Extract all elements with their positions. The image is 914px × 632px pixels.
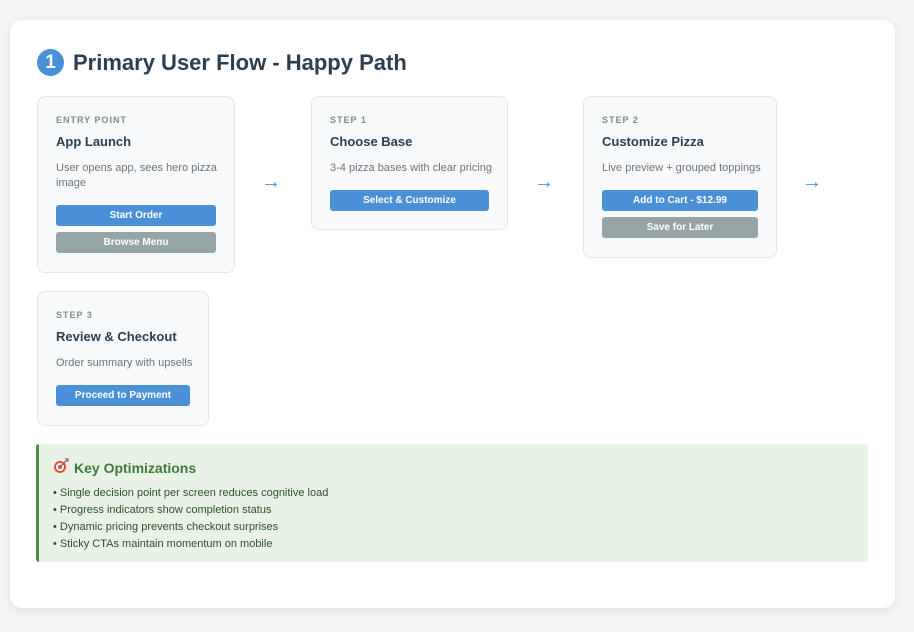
flow-arrow-icon: → xyxy=(534,171,554,193)
flow-arrow-icon: → xyxy=(261,171,281,193)
target-icon xyxy=(53,458,69,477)
start-order-button[interactable]: Start Order xyxy=(56,205,216,226)
card-title: Review & Checkout xyxy=(56,329,177,344)
card-title: Customize Pizza xyxy=(602,134,704,149)
key-optimizations-title: Key Optimizations xyxy=(53,458,196,477)
card-label: ENTRY POINT xyxy=(56,115,128,125)
browse-menu-button[interactable]: Browse Menu xyxy=(56,232,216,253)
card-label: STEP 3 xyxy=(56,310,93,320)
card-label: STEP 2 xyxy=(602,115,639,125)
list-item: • Sticky CTAs maintain momentum on mobil… xyxy=(53,538,273,550)
add-to-cart-button[interactable]: Add to Cart - $12.99 xyxy=(602,190,758,211)
page-title: Primary User Flow - Happy Path xyxy=(73,49,407,75)
flow-card-step-1: STEP 1 Choose Base 3-4 pizza bases with … xyxy=(311,96,508,230)
section-header: 1 Primary User Flow - Happy Path xyxy=(37,49,407,76)
save-for-later-button[interactable]: Save for Later xyxy=(602,217,758,238)
flow-card-entry-point: ENTRY POINT App Launch User opens app, s… xyxy=(37,96,235,273)
card-description: Live preview + grouped toppings xyxy=(602,162,761,174)
card-description: User opens app, sees hero pizza image xyxy=(56,162,217,189)
flow-panel: 1 Primary User Flow - Happy Path ENTRY P… xyxy=(10,20,895,608)
list-item: • Single decision point per screen reduc… xyxy=(53,487,329,499)
card-description: 3-4 pizza bases with clear pricing xyxy=(330,162,493,174)
flow-card-step-2: STEP 2 Customize Pizza Live preview + gr… xyxy=(583,96,777,258)
flow-arrow-icon: → xyxy=(802,171,822,193)
section-number-badge: 1 xyxy=(37,49,64,76)
proceed-to-payment-button[interactable]: Proceed to Payment xyxy=(56,385,190,406)
flow-card-step-3: STEP 3 Review & Checkout Order summary w… xyxy=(37,291,209,426)
select-customize-button[interactable]: Select & Customize xyxy=(330,190,489,211)
key-optimizations-box: Key Optimizations • Single decision poin… xyxy=(36,444,868,562)
list-item: • Dynamic pricing prevents checkout surp… xyxy=(53,521,279,533)
card-title: Choose Base xyxy=(330,134,413,149)
card-description: Order summary with upsells xyxy=(56,357,193,369)
card-label: STEP 1 xyxy=(330,115,367,125)
list-item: • Progress indicators show completion st… xyxy=(53,504,272,516)
optimizations-list: • Single decision point per screen reduc… xyxy=(53,485,328,553)
card-title: App Launch xyxy=(56,134,132,149)
key-optimizations-label: Key Optimizations xyxy=(74,459,197,476)
